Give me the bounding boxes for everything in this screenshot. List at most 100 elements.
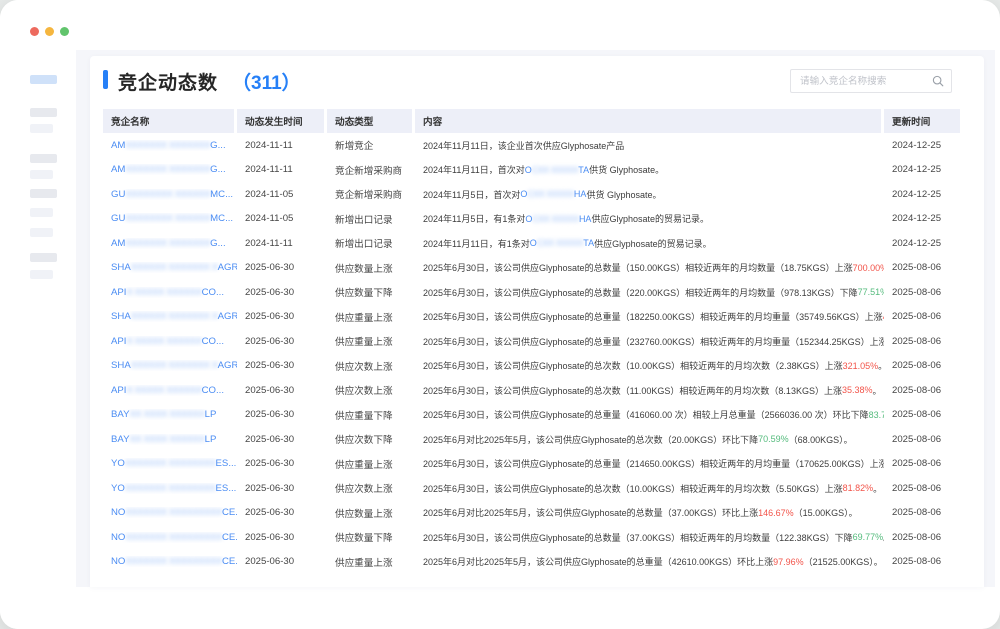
- company-name-redacted: XXXXXX XXXXXXX X: [131, 262, 218, 273]
- redacted-text: CXX XXXXX: [537, 238, 584, 248]
- buyer-name-link[interactable]: O: [520, 189, 527, 199]
- percent-up-value: 321.05%: [843, 361, 879, 371]
- buyer-name-link[interactable]: O: [525, 165, 532, 175]
- buyer-name-link[interactable]: O: [525, 214, 532, 224]
- cell-event-type: 供应数量下降: [327, 525, 415, 550]
- company-name-link[interactable]: GUXXXXXXXX XXXXXXMC...: [111, 189, 233, 200]
- content-text: 2024年11月11日，该企业首次供应Glyphosate产品: [423, 139, 624, 152]
- company-name-text: ES...: [216, 483, 237, 494]
- company-name-text: AM: [111, 238, 125, 249]
- cell-content: 2025年6月30日，该公司供应Glyphosate的总数量（150.00KGS…: [415, 256, 884, 281]
- company-name-link[interactable]: APIX XXXXX XXXXXXCO...: [111, 336, 224, 347]
- company-name-link[interactable]: SHAXXXXXX XXXXXXX XAGR...: [111, 262, 237, 273]
- cell-company-name: APIX XXXXX XXXXXXCO...: [103, 329, 237, 354]
- sidebar-item-skeleton[interactable]: [30, 75, 57, 84]
- company-name-link[interactable]: AMXXXXXXX XXXXXXXG...: [111, 140, 226, 151]
- company-name-link[interactable]: SHAXXXXXX XXXXXXX XAGR...: [111, 311, 237, 322]
- cell-update-time: 2024-12-25: [884, 158, 960, 183]
- company-name-link[interactable]: AMXXXXXXX XXXXXXXG...: [111, 164, 226, 175]
- company-name-redacted: XXXXXXXX XXXXXX: [125, 189, 210, 200]
- sidebar-item-skeleton[interactable]: [30, 228, 53, 237]
- buyer-name-link[interactable]: TA: [583, 238, 594, 248]
- cell-event-type: 供应数量下降: [327, 280, 415, 305]
- sidebar-item-skeleton[interactable]: [30, 170, 53, 179]
- content-text: 2025年6月30日，该公司供应Glyphosate的总数量（37.00KGS）…: [423, 531, 853, 544]
- company-name-link[interactable]: APIX XXXXX XXXXXXCO...: [111, 287, 224, 298]
- table-row: AMXXXXXXX XXXXXXXG...2024-11-11新增竞企2024年…: [103, 133, 960, 158]
- buyer-name-link[interactable]: HA: [579, 214, 592, 224]
- company-name-link[interactable]: NOXXXXXXX XXXXXXXXXCE...: [111, 532, 237, 543]
- company-name-link[interactable]: GUXXXXXXXX XXXXXXMC...: [111, 213, 233, 224]
- cell-event-type: 供应数量上涨: [327, 501, 415, 526]
- search-icon[interactable]: [932, 75, 944, 87]
- company-name-link[interactable]: BAYXX XXXX XXXXXXLP: [111, 434, 216, 445]
- company-name-text: AM: [111, 140, 125, 151]
- content-text: 。: [873, 482, 882, 495]
- sidebar-item-skeleton[interactable]: [30, 124, 53, 133]
- cell-event-type: 竞企新增采购商: [327, 182, 415, 207]
- table-row: GUXXXXXXXX XXXXXXMC...2024-11-05竞企新增采购商2…: [103, 182, 960, 207]
- cell-update-time: 2024-12-25: [884, 182, 960, 207]
- table-row: BAYXX XXXX XXXXXXLP2025-06-30供应重量下降2025年…: [103, 403, 960, 428]
- cell-company-name: GUXXXXXXXX XXXXXXMC...: [103, 207, 237, 232]
- company-name-redacted: X XXXXX XXXXXX: [126, 336, 201, 347]
- column-header: 竞企名称: [103, 109, 237, 133]
- company-name-text: CE...: [222, 532, 237, 543]
- company-name-redacted: XX XXXX XXXXXX: [129, 409, 204, 420]
- sidebar-item-skeleton[interactable]: [30, 108, 57, 117]
- cell-update-time: 2025-08-06: [884, 427, 960, 452]
- sidebar-item-skeleton[interactable]: [30, 208, 53, 217]
- table-row: YOXXXXXXX XXXXXXXXES...2025-06-30供应次数上涨2…: [103, 476, 960, 501]
- content-text: 2025年6月对比2025年5月，该公司供应Glyphosate的总重量（426…: [423, 555, 773, 568]
- percent-up-value: 97.96%: [773, 557, 804, 567]
- search-input[interactable]: [790, 69, 952, 93]
- cell-update-time: 2025-08-06: [884, 550, 960, 575]
- content-text: 供应Glyphosate的贸易记录。: [594, 237, 712, 250]
- company-name-link[interactable]: AMXXXXXXX XXXXXXXG...: [111, 238, 226, 249]
- sidebar-item-skeleton[interactable]: [30, 189, 57, 198]
- cell-update-time: 2025-08-06: [884, 378, 960, 403]
- company-name-text: SHA: [111, 360, 131, 371]
- company-name-link[interactable]: APIX XXXXX XXXXXXCO...: [111, 385, 224, 396]
- buyer-name-link[interactable]: TA: [578, 165, 589, 175]
- company-name-link[interactable]: YOXXXXXXX XXXXXXXXES...: [111, 483, 236, 494]
- column-header: 更新时间: [884, 109, 960, 133]
- cell-company-name: AMXXXXXXX XXXXXXXG...: [103, 158, 237, 183]
- cell-content: 2024年11月5日，有1条对OCXX XXXXXHA供应Glyphosate的…: [415, 207, 884, 232]
- sidebar-item-skeleton[interactable]: [30, 154, 57, 163]
- company-name-link[interactable]: YOXXXXXXX XXXXXXXXES...: [111, 458, 236, 469]
- cell-company-name: YOXXXXXXX XXXXXXXXES...: [103, 452, 237, 477]
- content-text: （21525.00KGS）。: [804, 555, 883, 568]
- company-name-text: API: [111, 336, 126, 347]
- page-title: 竞企动态数: [118, 68, 218, 95]
- company-name-link[interactable]: NOXXXXXXX XXXXXXXXXCE...: [111, 507, 237, 518]
- maximize-window-icon[interactable]: [60, 27, 69, 36]
- sidebar-item-skeleton[interactable]: [30, 253, 57, 262]
- close-window-icon[interactable]: [30, 27, 39, 36]
- company-name-link[interactable]: SHAXXXXXX XXXXXXX XAGR...: [111, 360, 237, 371]
- company-name-text: API: [111, 287, 126, 298]
- company-name-redacted: XXXXXXX XXXXXXX: [125, 238, 210, 249]
- minimize-window-icon[interactable]: [45, 27, 54, 36]
- cell-event-date: 2025-06-30: [237, 550, 327, 575]
- company-name-link[interactable]: BAYXX XXXX XXXXXXLP: [111, 409, 216, 420]
- cell-update-time: 2024-12-25: [884, 207, 960, 232]
- company-name-redacted: X XXXXX XXXXXX: [126, 287, 201, 298]
- content-text: 2025年6月30日，该公司供应Glyphosate的总数量（220.00KGS…: [423, 286, 858, 299]
- cell-event-date: 2025-06-30: [237, 280, 327, 305]
- cell-company-name: SHAXXXXXX XXXXXXX XAGR...: [103, 256, 237, 281]
- company-name-link[interactable]: NOXXXXXXX XXXXXXXXXCE...: [111, 556, 237, 567]
- content-text: 2025年6月30日，该公司供应Glyphosate的总重量（214650.00…: [423, 457, 884, 470]
- table-body: AMXXXXXXX XXXXXXXG...2024-11-11新增竞企2024年…: [103, 133, 960, 574]
- sidebar-item-skeleton[interactable]: [30, 270, 53, 279]
- company-name-text: G...: [210, 164, 225, 175]
- cell-event-date: 2025-06-30: [237, 378, 327, 403]
- cell-company-name: AMXXXXXXX XXXXXXXG...: [103, 231, 237, 256]
- table-row: GUXXXXXXXX XXXXXXMC...2024-11-05新增出口记录20…: [103, 207, 960, 232]
- column-header: 内容: [415, 109, 884, 133]
- buyer-name-link[interactable]: O: [530, 238, 537, 248]
- content-text: 供货 Glyphosate。: [586, 188, 661, 201]
- cell-event-date: 2025-06-30: [237, 427, 327, 452]
- cell-company-name: APIX XXXXX XXXXXXCO...: [103, 378, 237, 403]
- buyer-name-link[interactable]: HA: [574, 189, 587, 199]
